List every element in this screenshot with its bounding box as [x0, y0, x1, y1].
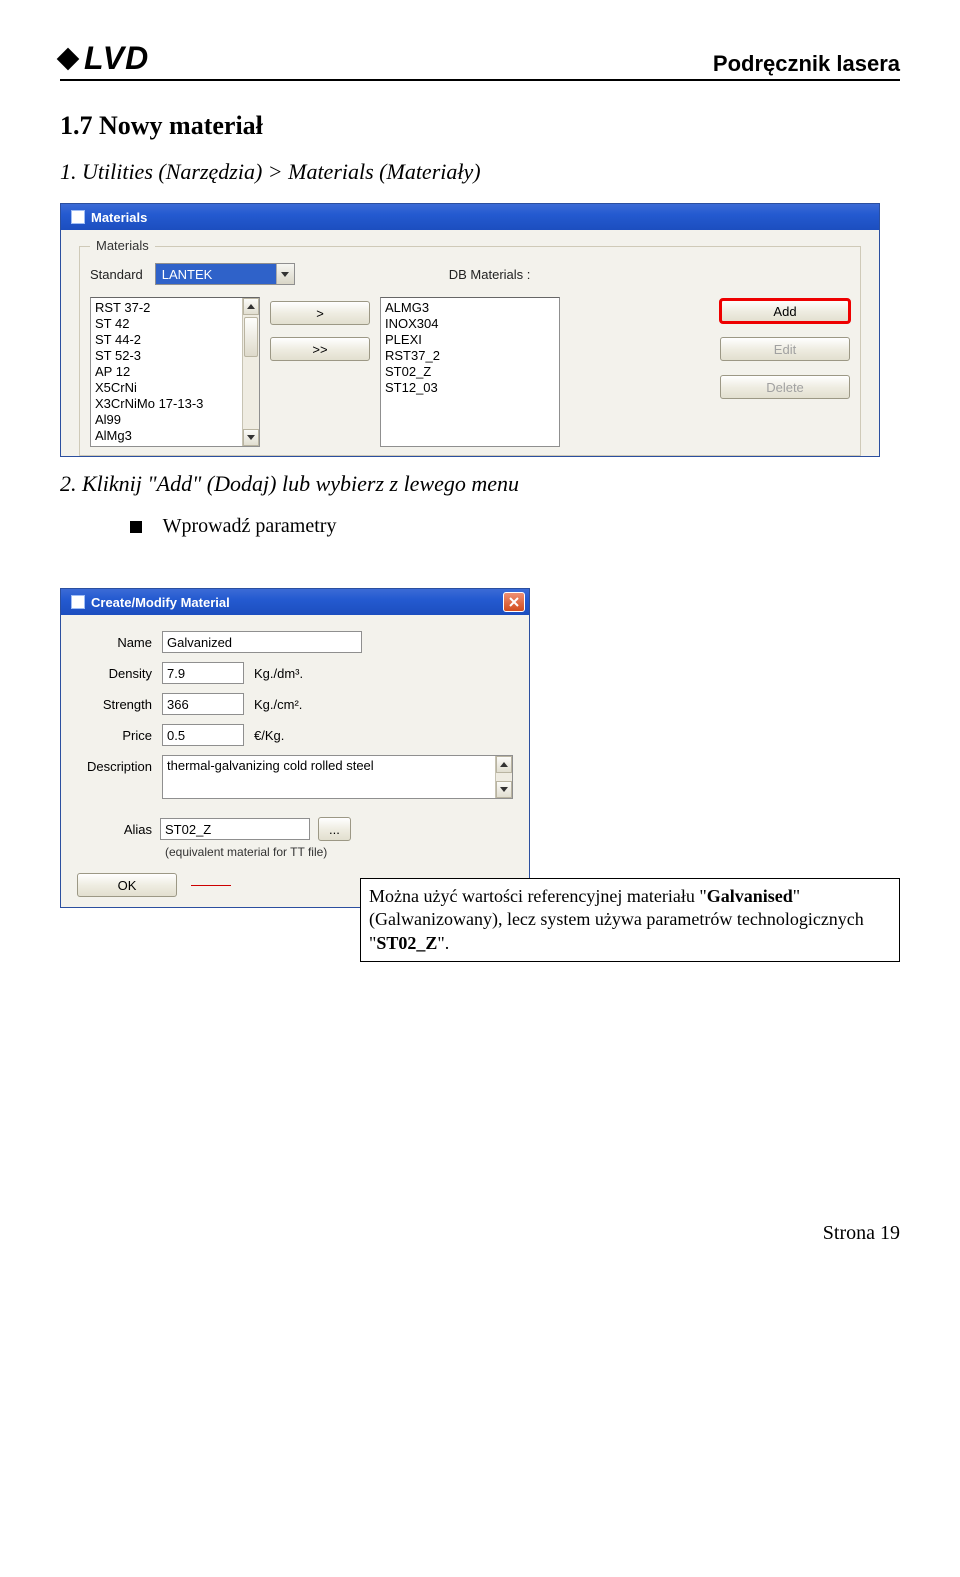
callout-box: Można użyć wartości referencyjnej materi…	[360, 878, 900, 962]
scrollbar[interactable]	[242, 298, 259, 446]
db-materials-label: DB Materials :	[449, 267, 531, 282]
chevron-down-icon[interactable]	[276, 264, 294, 284]
density-unit: Kg./dm³.	[254, 666, 303, 681]
add-button[interactable]: Add	[720, 299, 850, 323]
logo-text: LVD	[84, 40, 149, 77]
doc-title: Podręcznik lasera	[713, 51, 900, 77]
scroll-down-icon[interactable]	[496, 781, 512, 798]
materials-window: Materials Materials Standard LANTEK DB M…	[60, 203, 880, 457]
page-number: Strona 19	[60, 1222, 900, 1245]
equiv-note: (equivalent material for TT file)	[165, 845, 513, 859]
list-item[interactable]: ST 44-2	[95, 332, 238, 348]
list-item[interactable]: AlMg3	[95, 428, 238, 444]
window-icon	[71, 210, 85, 224]
list-item[interactable]: RST 37-2	[95, 300, 238, 316]
bullet-text: Wprowadź parametry	[163, 515, 337, 537]
section-title: 1.7 Nowy materiał	[60, 111, 900, 141]
right-materials-list[interactable]: ALMG3 INOX304 PLEXI RST37_2 ST02_Z ST12_…	[380, 297, 560, 447]
list-item[interactable]: ST 52-3	[95, 348, 238, 364]
delete-button[interactable]: Delete	[720, 375, 850, 399]
list-item[interactable]: ST02_Z	[385, 364, 555, 380]
price-unit: €/Kg.	[254, 728, 284, 743]
scroll-up-icon[interactable]	[496, 756, 512, 773]
strength-input[interactable]: 366	[162, 693, 244, 715]
scroll-up-icon[interactable]	[243, 298, 259, 315]
description-input[interactable]: thermal-galvanizing cold rolled steel	[162, 755, 513, 799]
list-item[interactable]: ALMG3	[385, 300, 555, 316]
list-item[interactable]: X5CrNi	[95, 380, 238, 396]
list-item[interactable]: ST 42	[95, 316, 238, 332]
name-input[interactable]: Galvanized	[162, 631, 362, 653]
standard-combo[interactable]: LANTEK	[155, 263, 295, 285]
alias-input[interactable]: ST02_Z	[160, 818, 310, 840]
step-1: 1. Utilities (Narzędzia) > Materials (Ma…	[60, 159, 900, 185]
move-all-right-button[interactable]: >>	[270, 337, 370, 361]
logo: LVD	[60, 40, 149, 77]
left-materials-list[interactable]: RST 37-2 ST 42 ST 44-2 ST 52-3 AP 12 X5C…	[90, 297, 260, 447]
standard-value: LANTEK	[156, 264, 276, 284]
price-input[interactable]: 0.5	[162, 724, 244, 746]
strength-unit: Kg./cm².	[254, 697, 302, 712]
scroll-thumb[interactable]	[244, 317, 258, 357]
density-label: Density	[77, 666, 152, 681]
price-label: Price	[77, 728, 152, 743]
close-icon	[509, 597, 519, 607]
strength-label: Strength	[77, 697, 152, 712]
list-item[interactable]: INOX304	[385, 316, 555, 332]
scrollbar[interactable]	[495, 756, 512, 798]
materials-title: Materials	[91, 210, 147, 225]
list-item[interactable]: Al99	[95, 412, 238, 428]
window-icon	[71, 595, 85, 609]
materials-titlebar: Materials	[61, 204, 879, 230]
bullet-row: Wprowadź parametry	[130, 515, 900, 538]
bullet-icon	[130, 521, 142, 533]
move-right-button[interactable]: >	[270, 301, 370, 325]
alias-label: Alias	[77, 822, 152, 837]
standard-label: Standard	[90, 267, 143, 282]
groupbox-legend: Materials	[90, 238, 155, 253]
list-item[interactable]: RST37_2	[385, 348, 555, 364]
density-input[interactable]: 7.9	[162, 662, 244, 684]
create-modify-dialog: Create/Modify Material Name Galvanized D…	[60, 588, 530, 908]
edit-button[interactable]: Edit	[720, 337, 850, 361]
logo-diamond-icon	[57, 47, 80, 70]
materials-groupbox: Materials Standard LANTEK DB Materials :…	[79, 246, 861, 456]
ok-button[interactable]: OK	[77, 873, 177, 897]
scroll-down-icon[interactable]	[243, 429, 259, 446]
name-label: Name	[77, 635, 152, 650]
list-item[interactable]: PLEXI	[385, 332, 555, 348]
dialog-title: Create/Modify Material	[91, 595, 230, 610]
callout-connector	[191, 885, 231, 886]
alias-browse-button[interactable]: ...	[318, 817, 351, 841]
step-2: 2. Kliknij "Add" (Dodaj) lub wybierz z l…	[60, 471, 900, 497]
description-label: Description	[77, 755, 152, 774]
list-item[interactable]: X3CrNiMo 17-13-3	[95, 396, 238, 412]
list-item[interactable]: AP 12	[95, 364, 238, 380]
close-button[interactable]	[503, 592, 525, 612]
dialog-titlebar: Create/Modify Material	[61, 589, 529, 615]
list-item[interactable]: ST12_03	[385, 380, 555, 396]
